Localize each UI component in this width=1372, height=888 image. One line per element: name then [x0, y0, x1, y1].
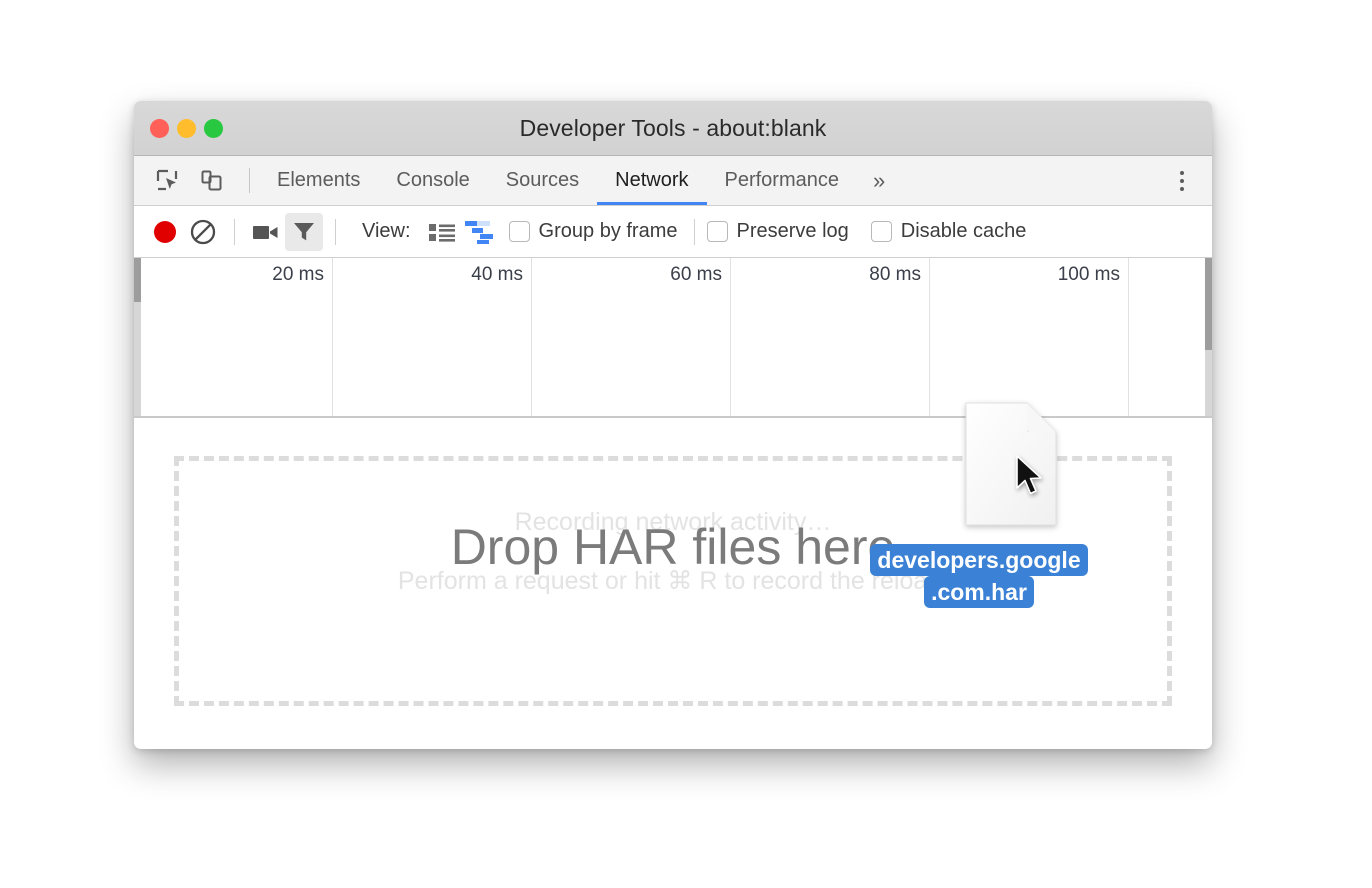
kebab-dot	[1180, 171, 1184, 175]
clear-icon	[189, 218, 217, 246]
tab-elements[interactable]: Elements	[259, 156, 378, 205]
window-titlebar: Developer Tools - about:blank	[134, 101, 1212, 156]
group-by-frame-label: Group by frame	[539, 220, 678, 243]
panel-tabs: Elements Console Sources Network Perform…	[259, 156, 901, 205]
view-list-button[interactable]	[423, 213, 461, 251]
requests-panel: Recording network activity… Perform a re…	[134, 418, 1212, 748]
tabbar-tools	[148, 156, 240, 205]
toolbar-separator-2	[335, 219, 336, 245]
group-by-frame-checkbox[interactable]: Group by frame	[509, 220, 678, 243]
device-toolbar-button[interactable]	[192, 163, 230, 199]
tabbar-right	[1145, 156, 1212, 205]
device-toolbar-icon	[200, 169, 223, 192]
timeline-tick-60ms: 60 ms	[532, 264, 722, 286]
inspect-element-icon	[156, 169, 179, 192]
preserve-log-checkbox[interactable]: Preserve log	[707, 220, 849, 243]
disable-cache-label: Disable cache	[901, 220, 1027, 243]
timeline-tick-20ms: 20 ms	[134, 264, 324, 286]
kebab-dot	[1180, 187, 1184, 191]
checkbox-box	[871, 221, 892, 242]
tab-performance[interactable]: Performance	[707, 156, 858, 205]
waterfall-view-icon	[464, 219, 496, 245]
screenshot-root: Developer Tools - about:blank	[0, 0, 1372, 888]
preserve-log-label: Preserve log	[737, 220, 849, 243]
more-tabs-button[interactable]: »	[857, 156, 901, 205]
devtools-window: Developer Tools - about:blank	[134, 101, 1212, 749]
timeline-tick-80ms: 80 ms	[731, 264, 921, 286]
list-view-icon	[428, 221, 456, 243]
toolbar-separator-3	[694, 219, 695, 245]
timeline-tick-100ms: 100 ms	[930, 264, 1120, 286]
camera-icon	[252, 221, 280, 243]
timeline-tick-40ms: 40 ms	[333, 264, 523, 286]
toolbar-separator	[234, 219, 235, 245]
network-toolbar: View:	[134, 206, 1212, 258]
main-menu-button[interactable]	[1162, 161, 1202, 201]
capture-screenshots-button[interactable]	[247, 213, 285, 251]
record-button[interactable]	[146, 213, 184, 251]
filter-icon	[292, 220, 316, 244]
drop-har-title: Drop HAR files here	[134, 518, 1212, 576]
kebab-dot	[1180, 179, 1184, 183]
minimize-button[interactable]	[177, 119, 196, 138]
tab-sources[interactable]: Sources	[488, 156, 597, 205]
tab-network[interactable]: Network	[597, 156, 706, 205]
har-drop-zone[interactable]	[174, 456, 1172, 706]
overview-scrollbar-right-thumb[interactable]	[1205, 258, 1212, 350]
tabbar-separator	[249, 168, 250, 193]
view-label: View:	[362, 220, 411, 243]
window-controls	[150, 101, 223, 155]
record-icon	[154, 221, 176, 243]
filter-button[interactable]	[285, 213, 323, 251]
checkbox-box	[707, 221, 728, 242]
devtools-tabbar: Elements Console Sources Network Perform…	[134, 156, 1212, 206]
view-waterfall-button[interactable]	[461, 213, 499, 251]
disable-cache-checkbox[interactable]: Disable cache	[871, 220, 1027, 243]
checkbox-box	[509, 221, 530, 242]
network-overview: 20 ms 40 ms 60 ms 80 ms 100 ms	[134, 258, 1212, 418]
clear-button[interactable]	[184, 213, 222, 251]
inspect-element-button[interactable]	[148, 163, 186, 199]
close-button[interactable]	[150, 119, 169, 138]
tab-console[interactable]: Console	[378, 156, 487, 205]
window-title: Developer Tools - about:blank	[134, 115, 1212, 142]
zoom-button[interactable]	[204, 119, 223, 138]
